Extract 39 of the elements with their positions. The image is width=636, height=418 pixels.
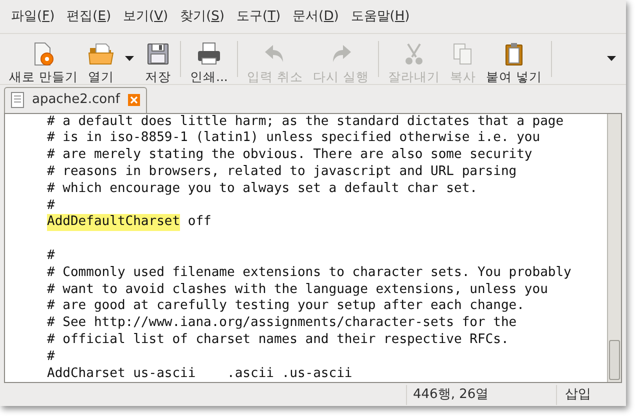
code-text: off bbox=[186, 214, 212, 232]
code-line: # are good at carefully testing your setup after each change. bbox=[47, 298, 524, 316]
code-line: # official list of charset names and their respective RFCs. bbox=[47, 332, 509, 349]
menu-item[interactable]: 문서(D) bbox=[286, 6, 345, 26]
toolbar-button[interactable]: 열기 bbox=[82, 34, 119, 84]
insert-mode-text: 삽입 bbox=[556, 385, 626, 405]
code-line: # Commonly used filename extensions to character sets. You probably bbox=[47, 264, 572, 282]
code-line: # bbox=[47, 348, 55, 366]
caret-icon bbox=[124, 56, 134, 62]
highlighted-code-text: AddDefaultCharset bbox=[47, 214, 180, 232]
code-line: AddCharset us-ascii .ascii .us-ascii bbox=[47, 366, 352, 382]
toolbar-button[interactable]: 붙여 넣기 bbox=[480, 34, 547, 84]
code-line: # bbox=[47, 198, 55, 214]
menu-item[interactable]: 도구(T) bbox=[230, 6, 287, 26]
code-line: # is in iso-8859-1 (latin1) unless specified otherwise i.e. you bbox=[47, 130, 540, 148]
document-tab[interactable]: apache2.conf bbox=[4, 86, 147, 113]
code-line: # See http://www.iana.org/assignments/character-sets for the bbox=[47, 315, 517, 332]
menu-item[interactable]: 찾기(S) bbox=[174, 6, 230, 26]
tab-label: apache2.conf bbox=[32, 91, 120, 110]
menu-item[interactable]: 보기(V) bbox=[117, 6, 174, 26]
code-line: # a default does little harm; as the standard dictates that a page bbox=[47, 114, 564, 130]
caret-icon bbox=[607, 56, 616, 62]
vertical-scrollbar[interactable] bbox=[607, 114, 621, 382]
toolbar-button[interactable]: 인쇄... bbox=[184, 34, 233, 84]
code-line: # are merely stating the obvious. There are also some security bbox=[47, 147, 532, 164]
menu-item[interactable]: 파일(F) bbox=[5, 6, 61, 26]
printer-icon bbox=[196, 42, 222, 66]
menu-item[interactable]: 편집(E) bbox=[60, 6, 118, 26]
cursor-position-text: 446행, 26열 bbox=[406, 385, 556, 405]
code-line: # which encourage you to always set a default char set. bbox=[47, 180, 478, 198]
code-line: # bbox=[47, 248, 55, 265]
document-icon bbox=[11, 92, 24, 108]
toolbar-button[interactable]: 저장 bbox=[140, 34, 176, 84]
code-line: # want to avoid clashes with the language extensions, unless you bbox=[47, 282, 548, 298]
folder-icon bbox=[88, 42, 114, 66]
toolbar-button[interactable]: 새로 만들기 bbox=[4, 34, 83, 84]
code-line: # reasons in browsers, related to javascript and URL parsing bbox=[47, 164, 517, 181]
close-icon[interactable] bbox=[128, 94, 140, 106]
menu-item[interactable]: 도움말(H) bbox=[344, 6, 416, 26]
